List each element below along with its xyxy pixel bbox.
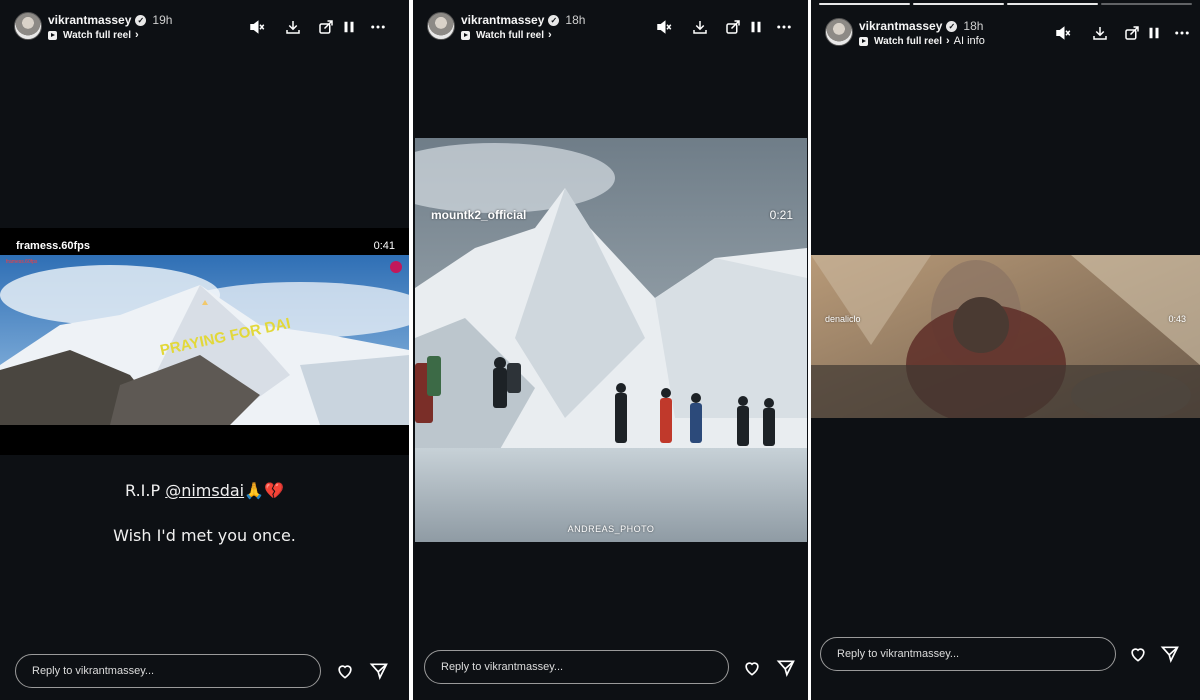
watch-full-reel-label: Watch full reel bbox=[476, 29, 544, 41]
story-header: vikrantmassey ✓ 18h Watch full reel › bbox=[427, 12, 798, 46]
send-icon[interactable] bbox=[368, 660, 390, 682]
more-icon[interactable] bbox=[1171, 22, 1193, 44]
story-panel-2: vikrantmassey ✓ 18h Watch full reel › mo… bbox=[413, 0, 808, 700]
reel-account: framess.60fps bbox=[16, 240, 90, 252]
photo-credit: ANDREAS_PHOTO bbox=[567, 524, 655, 534]
watch-full-reel-link[interactable]: Watch full reel › bbox=[461, 29, 552, 41]
reply-input[interactable]: Reply to vikrantmassey... bbox=[424, 650, 729, 684]
reel-icon bbox=[48, 30, 57, 40]
verified-badge-icon: ✓ bbox=[548, 14, 560, 26]
reel-account: denaliclo bbox=[825, 314, 861, 324]
story-panel-3: vikrantmassey ✓ 18h Watch full reel › AI… bbox=[811, 0, 1200, 700]
timestamp: 18h bbox=[565, 13, 586, 27]
climber-image bbox=[811, 255, 1200, 418]
reel-account: mountk2_official bbox=[431, 208, 527, 222]
send-icon[interactable] bbox=[1159, 643, 1181, 665]
username[interactable]: vikrantmassey bbox=[461, 13, 544, 27]
reel-icon bbox=[461, 30, 470, 40]
story-caption: R.I.P @nimsdai🙏💔 bbox=[0, 481, 409, 500]
pause-icon[interactable] bbox=[338, 16, 360, 38]
heart-icon[interactable] bbox=[1127, 643, 1149, 665]
chevron-right-icon: › bbox=[547, 29, 552, 41]
reel-duration: 0:41 bbox=[373, 240, 395, 252]
more-icon[interactable] bbox=[367, 16, 389, 38]
reel-icon bbox=[859, 36, 868, 46]
username[interactable]: vikrantmassey bbox=[48, 13, 131, 27]
avatar[interactable] bbox=[825, 18, 853, 46]
caption-prefix: R.I.P bbox=[125, 481, 166, 500]
reel-duration: 0:21 bbox=[769, 208, 793, 222]
avatar[interactable] bbox=[427, 12, 455, 40]
share-story-icon[interactable] bbox=[315, 16, 337, 38]
avatar[interactable] bbox=[14, 12, 42, 40]
caption-emoji: 🙏💔 bbox=[244, 481, 284, 500]
share-story-icon[interactable] bbox=[722, 16, 744, 38]
download-icon[interactable] bbox=[282, 16, 304, 38]
reply-input[interactable]: Reply to vikrantmassey... bbox=[15, 654, 321, 688]
reel-corner-label: framess.60fps bbox=[6, 259, 38, 265]
download-icon[interactable] bbox=[1089, 22, 1111, 44]
mute-icon[interactable] bbox=[1052, 22, 1074, 44]
ai-info-link[interactable]: AI info bbox=[954, 35, 985, 47]
watch-full-reel-link[interactable]: Watch full reel bbox=[874, 36, 942, 47]
story-progress-bar bbox=[819, 3, 1192, 5]
story-caption-line2: Wish I'd met you once. bbox=[113, 526, 296, 545]
watch-full-reel-link[interactable]: Watch full reel › bbox=[48, 29, 139, 41]
mute-icon[interactable] bbox=[653, 16, 675, 38]
username[interactable]: vikrantmassey bbox=[859, 19, 942, 33]
story-header: vikrantmassey ✓ 18h Watch full reel › AI… bbox=[825, 18, 1190, 52]
pause-icon[interactable] bbox=[745, 16, 767, 38]
mountain-climbers-image bbox=[415, 138, 807, 542]
chevron-right-icon: › bbox=[134, 29, 139, 41]
story-panel-1: vikrantmassey ✓ 19h Watch full reel › fr… bbox=[0, 0, 409, 700]
timestamp: 18h bbox=[963, 19, 984, 33]
heart-icon[interactable] bbox=[334, 660, 356, 682]
reel-duration: 0:43 bbox=[1168, 314, 1186, 324]
send-icon[interactable] bbox=[775, 657, 797, 679]
timestamp: 19h bbox=[152, 13, 173, 27]
more-icon[interactable] bbox=[773, 16, 795, 38]
reel-embed[interactable]: mountk2_official 0:21 ANDREAS_PHOTO bbox=[415, 138, 807, 542]
pause-icon[interactable] bbox=[1143, 22, 1165, 44]
download-icon[interactable] bbox=[689, 16, 711, 38]
reel-embed[interactable]: framess.60fps 0:41 PRAYING FOR DAI frame… bbox=[0, 228, 409, 455]
watch-full-reel-label: Watch full reel bbox=[63, 29, 131, 41]
share-story-icon[interactable] bbox=[1121, 22, 1143, 44]
mountain-image: PRAYING FOR DAI framess.60fps bbox=[0, 255, 409, 425]
mute-icon[interactable] bbox=[246, 16, 268, 38]
chevron-right-icon: › bbox=[945, 35, 950, 47]
reply-input[interactable]: Reply to vikrantmassey... bbox=[820, 637, 1116, 671]
caption-mention[interactable]: @nimsdai bbox=[165, 481, 244, 500]
heart-icon[interactable] bbox=[741, 657, 763, 679]
reel-embed[interactable]: denaliclo 0:43 bbox=[811, 255, 1200, 418]
story-header: vikrantmassey ✓ 19h Watch full reel › bbox=[14, 12, 399, 46]
verified-badge-icon: ✓ bbox=[946, 20, 958, 32]
verified-badge-icon: ✓ bbox=[135, 14, 147, 26]
